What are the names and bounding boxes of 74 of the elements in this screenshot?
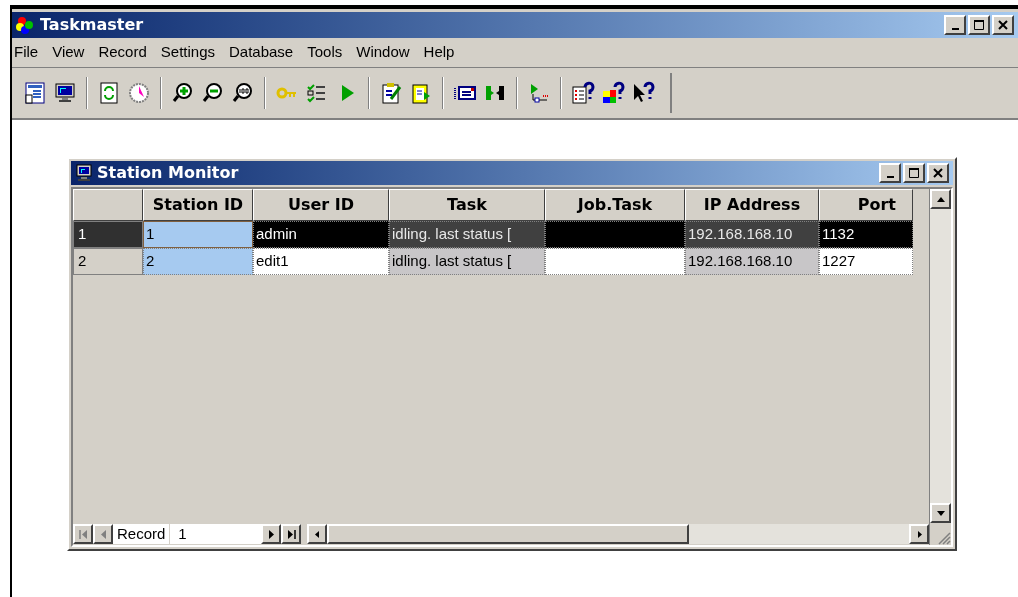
column-header[interactable]: IP Address	[685, 189, 819, 221]
table-cell: 1132	[819, 221, 913, 248]
vertical-scrollbar[interactable]	[929, 189, 951, 545]
refresh-icon	[97, 81, 121, 105]
menu-item[interactable]: Window	[349, 41, 417, 64]
scroll-right-button[interactable]	[909, 524, 929, 544]
table-cell: 1227	[819, 248, 913, 275]
first-record-button[interactable]	[73, 524, 93, 544]
scroll-up-button[interactable]	[930, 189, 951, 209]
menu-item[interactable]: File	[12, 41, 46, 64]
close-button[interactable]	[992, 15, 1014, 35]
maximize-icon	[909, 168, 919, 178]
puzzle-help-icon	[601, 81, 625, 105]
menu-item[interactable]: Record	[91, 41, 154, 64]
table-cell: edit1	[253, 248, 389, 275]
maximize-button[interactable]	[903, 163, 925, 183]
menu-item[interactable]: Help	[416, 41, 462, 64]
maximize-icon	[974, 20, 984, 30]
last-record-button[interactable]	[281, 524, 302, 544]
resize-grip-icon[interactable]	[937, 531, 951, 545]
previous-record-button[interactable]	[93, 524, 113, 544]
close-icon	[998, 20, 1008, 30]
table-cell: 192.168.168.10	[685, 248, 819, 275]
scroll-down-button[interactable]	[930, 503, 951, 523]
scroll-left-button[interactable]	[307, 524, 328, 544]
column-header[interactable]: Port	[819, 189, 913, 221]
minimize-icon	[951, 28, 959, 30]
up-arrow-icon	[936, 196, 945, 202]
row-header[interactable]: 1	[73, 221, 143, 248]
monitor-icon	[75, 164, 93, 182]
corner-header[interactable]	[73, 189, 143, 221]
record-label: Record	[113, 524, 170, 544]
table-cell: 192.168.168.10	[685, 221, 819, 248]
clipboard-edit-icon	[379, 81, 403, 105]
scroll-thumb[interactable]	[327, 524, 690, 544]
minimize-icon	[886, 176, 894, 178]
minimize-button[interactable]	[879, 163, 901, 183]
minimize-button[interactable]	[944, 15, 966, 35]
table-cell: 2	[143, 248, 253, 275]
horizontal-scrollbar[interactable]	[307, 524, 929, 544]
left-arrow-icon	[312, 529, 322, 539]
column-header[interactable]: Task	[389, 189, 545, 221]
form-icon	[23, 81, 47, 105]
table-cell: idling. last status [	[389, 221, 545, 248]
menu-item[interactable]: Database	[222, 41, 301, 64]
row-header[interactable]: 2	[73, 248, 143, 275]
column-header[interactable]: User ID	[253, 189, 389, 221]
table-cell: idling. last status [	[389, 248, 545, 275]
previous-icon	[98, 529, 108, 539]
next-icon	[266, 529, 276, 539]
monitor-icon	[53, 81, 77, 105]
record-number-field[interactable]: 1	[169, 524, 262, 544]
next-record-button[interactable]	[261, 524, 282, 544]
window-title: Taskmaster	[40, 14, 144, 36]
column-header[interactable]: Job.Task	[545, 189, 685, 221]
close-button[interactable]	[927, 163, 949, 183]
close-icon	[933, 168, 943, 178]
table-row[interactable]: 1 1 admin idling. last status [ 192.168.168.10 1132	[73, 221, 929, 248]
menu-item[interactable]: View	[45, 41, 92, 64]
first-icon	[78, 529, 88, 539]
pointer-help-icon	[631, 81, 655, 105]
app-logo-icon	[16, 16, 36, 34]
menu-item[interactable]: Tools	[300, 41, 350, 64]
down-arrow-icon	[936, 510, 945, 516]
table-cell: 1	[143, 221, 253, 248]
maximize-button[interactable]	[968, 15, 990, 35]
column-header[interactable]: Station ID	[143, 189, 253, 221]
table-row[interactable]: 2 2 edit1 idling. last status [ 192.168.168.10 1227	[73, 248, 929, 275]
child-window-title: Station Monitor	[97, 162, 239, 184]
menu-item[interactable]: Settings	[153, 41, 222, 64]
clock-icon	[127, 81, 151, 105]
table-cell: admin	[253, 221, 389, 248]
list-help-icon	[571, 81, 595, 105]
last-icon	[286, 529, 296, 539]
